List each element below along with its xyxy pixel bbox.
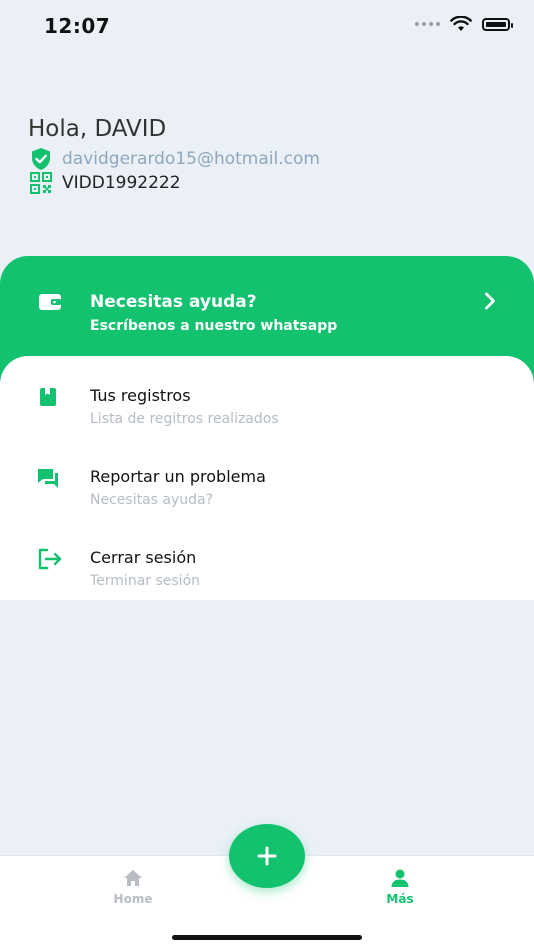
add-button[interactable] (229, 824, 305, 888)
menu-item-subtitle: Necesitas ayuda? (90, 492, 214, 508)
email-row: davidgerardo15@hotmail.com (30, 147, 320, 171)
user-id: VIDD1992222 (62, 173, 181, 193)
menu-item-subtitle: Lista de regitros realizados (90, 411, 279, 427)
home-icon (124, 870, 142, 886)
status-bar: 12:07 (0, 0, 534, 56)
qr-code-icon (30, 172, 52, 194)
nav-home-label: Home (113, 892, 153, 906)
menu-item-tus-registros[interactable]: Tus registros Lista de regitros realizad… (0, 366, 534, 442)
person-icon (391, 869, 409, 887)
status-icons (415, 16, 513, 32)
chat-icon (38, 469, 58, 488)
menu-item-reportar-problema[interactable]: Reportar un problema Necesitas ayuda? (0, 447, 534, 523)
user-email: davidgerardo15@hotmail.com (62, 149, 320, 169)
verified-shield-icon (32, 148, 50, 170)
help-subtitle: Escríbenos a nuestro whatsapp (90, 318, 338, 334)
user-id-row: VIDD1992222 (30, 172, 181, 194)
menu-card: Tus registros Lista de regitros realizad… (0, 356, 534, 600)
status-time: 12:07 (44, 14, 111, 38)
menu-item-title: Cerrar sesión (90, 548, 197, 567)
wifi-icon (450, 16, 472, 31)
cellular-signal-icon (415, 22, 440, 26)
help-title: Necesitas ayuda? (90, 292, 257, 312)
book-icon (40, 388, 56, 406)
greeting-title: Hola, DAVID (28, 116, 167, 142)
logout-icon (38, 548, 62, 570)
menu-item-title: Reportar un problema (90, 467, 266, 486)
menu-item-cerrar-sesion[interactable]: Cerrar sesión Terminar sesión (0, 528, 534, 604)
wallet-icon (39, 294, 61, 310)
chevron-right-icon (485, 292, 495, 310)
nav-mas[interactable]: Más (360, 868, 440, 906)
menu-item-subtitle: Terminar sesión (90, 573, 201, 589)
menu-item-title: Tus registros (90, 386, 191, 405)
plus-icon (257, 846, 277, 866)
battery-icon (482, 17, 513, 31)
nav-home[interactable]: Home (93, 868, 173, 906)
nav-mas-label: Más (386, 892, 414, 906)
home-indicator (172, 935, 362, 940)
